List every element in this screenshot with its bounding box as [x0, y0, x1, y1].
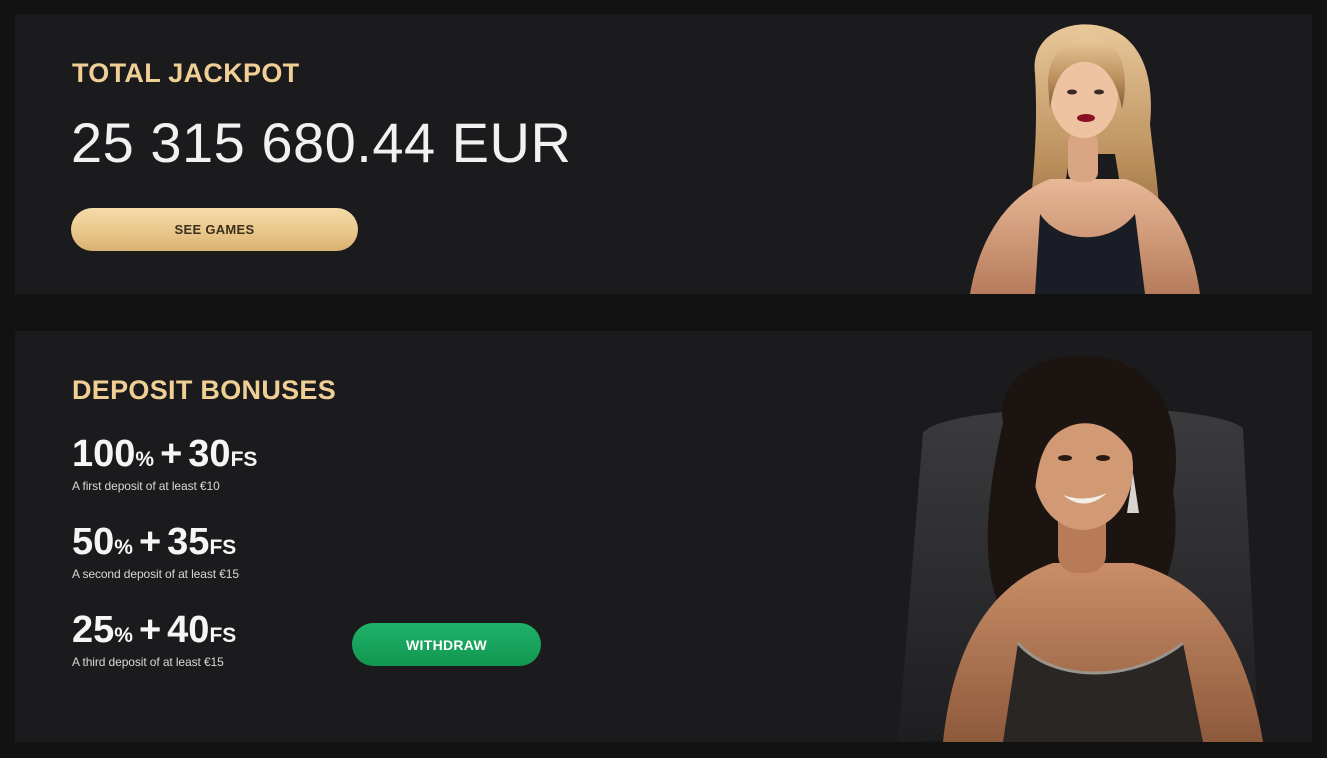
bonus-item: 25% +40FS A third deposit of at least €15: [72, 611, 236, 669]
see-games-button[interactable]: SEE GAMES: [71, 208, 358, 251]
plus-sign: +: [160, 433, 183, 475]
withdraw-button[interactable]: WITHDRAW: [352, 623, 541, 666]
bonuses-title: DEPOSIT BONUSES: [72, 375, 337, 405]
bonus-offer: 100% +30FS: [72, 435, 257, 473]
model-portrait-brunette-icon: [898, 355, 1263, 742]
jackpot-title: TOTAL JACKPOT: [72, 58, 300, 88]
bonus-description: A second deposit of at least €15: [72, 567, 239, 581]
bonus-description: A third deposit of at least €15: [72, 655, 224, 669]
deposit-bonuses-panel: DEPOSIT BONUSES 100% +30FS A first deposi…: [15, 331, 1312, 742]
bonus-percent: 50: [72, 521, 115, 563]
free-spins-count: 30: [188, 433, 231, 475]
bonus-offer: 50% +35FS: [72, 523, 239, 561]
free-spins-unit: FS: [209, 536, 237, 559]
bonus-percent: 25: [72, 609, 115, 651]
free-spins-unit: FS: [209, 624, 237, 647]
model-portrait-image: [883, 343, 1273, 742]
jackpot-panel: TOTAL JACKPOT 25 315 680.44 EUR SEE GAME…: [15, 14, 1312, 294]
bonus-percent: 100: [72, 433, 136, 475]
percent-sign: %: [135, 448, 155, 471]
plus-sign: +: [138, 521, 162, 563]
model-portrait-image: [950, 14, 1200, 294]
bonus-description: A first deposit of at least €10: [72, 479, 220, 493]
jackpot-amount: 25 315 680.44 EUR: [71, 111, 572, 174]
percent-sign: %: [114, 536, 133, 559]
percent-sign: %: [114, 624, 133, 647]
free-spins-count: 40: [167, 609, 210, 651]
bonus-item: 100% +30FS A first deposit of at least €1…: [72, 435, 257, 493]
free-spins-count: 35: [167, 521, 210, 563]
bonus-item: 50% +35FS A second deposit of at least €1…: [72, 523, 239, 581]
free-spins-unit: FS: [230, 448, 258, 471]
bonus-offer: 25% +40FS: [72, 611, 236, 649]
model-portrait-blonde-icon: [970, 24, 1200, 294]
plus-sign: +: [138, 609, 162, 651]
